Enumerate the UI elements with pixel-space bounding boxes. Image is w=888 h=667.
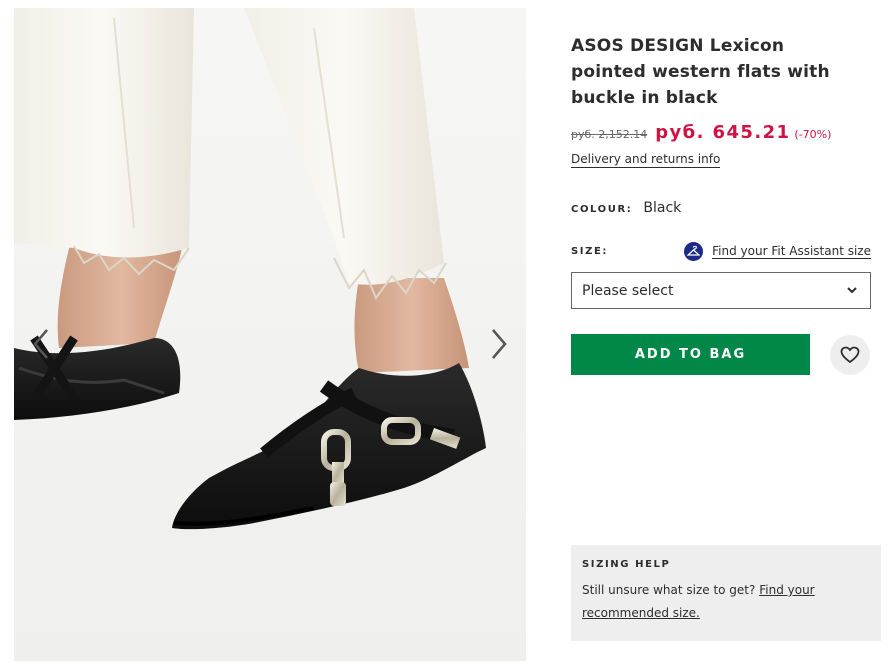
size-select[interactable]: Please select	[571, 272, 871, 309]
current-price: руб. 645.21	[655, 122, 791, 143]
heart-icon	[840, 346, 860, 364]
sizing-help-body: Still unsure what size to get? Find your…	[582, 579, 870, 625]
size-select-value: Please select	[582, 282, 674, 299]
fit-assistant-link[interactable]: Find your Fit Assistant size	[684, 242, 871, 261]
save-for-later-button[interactable]	[830, 335, 870, 375]
delivery-returns-link[interactable]: Delivery and returns info	[571, 152, 721, 168]
price-row: руб. 2,152.14 руб. 645.21 (-70%)	[571, 122, 871, 143]
product-photo	[14, 8, 526, 661]
colour-row: COLOUR: Black	[571, 200, 681, 216]
chevron-right-icon	[492, 329, 507, 359]
fit-assistant-label: Find your Fit Assistant size	[712, 244, 871, 259]
size-label: SIZE:	[571, 246, 609, 257]
discount-percent: (-70%)	[794, 128, 832, 141]
sizing-help-panel: SIZING HELP Still unsure what size to ge…	[571, 545, 881, 641]
add-to-bag-button[interactable]: ADD TO BAG	[571, 334, 810, 375]
product-image-gallery[interactable]	[14, 8, 526, 661]
hanger-icon	[684, 242, 704, 261]
chevron-left-icon	[33, 329, 48, 359]
product-title: ASOS DESIGN Lexicon pointed western flat…	[571, 36, 830, 108]
sizing-help-text: Still unsure what size to get?	[582, 583, 756, 597]
sizing-help-heading: SIZING HELP	[582, 559, 671, 570]
original-price: руб. 2,152.14	[571, 128, 648, 141]
size-row: SIZE: Find your Fit Assistant size	[571, 242, 871, 262]
gallery-next-button[interactable]	[484, 324, 514, 364]
gallery-prev-button[interactable]	[26, 324, 56, 364]
colour-value: Black	[643, 200, 682, 216]
chevron-down-icon	[847, 287, 857, 294]
colour-label: COLOUR:	[571, 204, 633, 215]
